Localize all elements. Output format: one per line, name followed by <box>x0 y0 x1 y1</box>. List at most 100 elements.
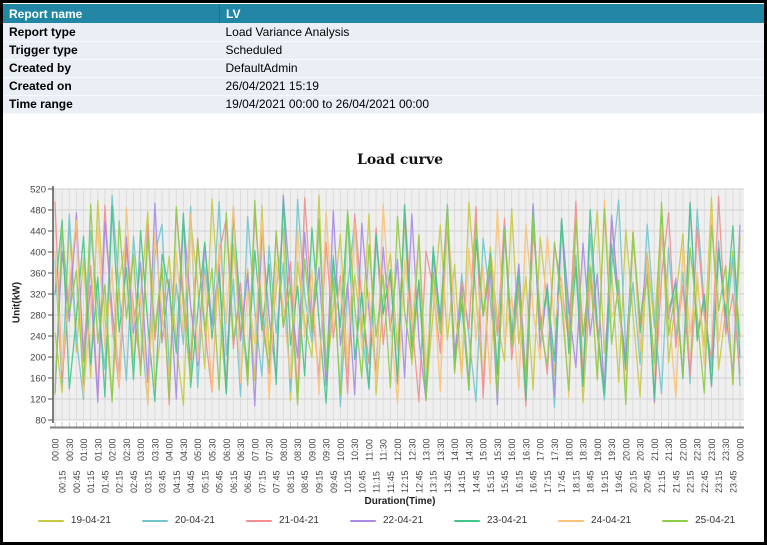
y-tick-label: 320 <box>30 290 46 301</box>
x-tick-label: 22:00 <box>678 438 688 461</box>
x-tick-label: 15:30 <box>493 438 503 461</box>
x-tick-label: 00:30 <box>65 438 75 461</box>
x-tick-label: 04:30 <box>179 438 189 461</box>
x-tick-label: 15:45 <box>500 470 510 493</box>
x-tick-label: 00:00 <box>736 438 746 461</box>
y-tick-label: 440 <box>30 227 46 238</box>
x-tick-label: 07:00 <box>250 438 260 461</box>
x-tick-label: 01:30 <box>93 438 103 461</box>
x-tick-label: 17:45 <box>557 470 567 493</box>
x-tick-label: 18:15 <box>571 470 581 493</box>
x-tick-label: 09:00 <box>307 438 317 461</box>
x-tick-label: 13:00 <box>422 438 432 461</box>
x-tick-label: 06:45 <box>243 470 253 493</box>
created-on-label: Created on <box>3 77 220 95</box>
x-tick-label: 01:00 <box>79 438 89 461</box>
y-tick-label: 240 <box>30 332 46 343</box>
x-tick-label: 03:30 <box>150 438 160 461</box>
x-tick-label: 08:30 <box>293 438 303 461</box>
x-tick-label: 19:45 <box>614 470 624 493</box>
x-tick-label: 06:30 <box>236 438 246 461</box>
x-tick-label: 03:15 <box>143 470 153 493</box>
x-tick-label: 19:30 <box>607 438 617 461</box>
x-tick-label: 10:00 <box>336 438 346 461</box>
x-tick-label: 11:15 <box>372 471 382 493</box>
x-tick-label: 08:00 <box>279 438 289 461</box>
table-row: Created by DefaultAdmin <box>3 59 764 77</box>
x-tick-label: 09:15 <box>315 470 325 493</box>
x-tick-label: 00:00 <box>51 438 61 461</box>
x-tick-label: 04:45 <box>186 470 196 493</box>
x-tick-label: 10:45 <box>357 470 367 493</box>
x-tick-label: 08:15 <box>286 470 296 493</box>
time-range-value: 19/04/2021 00:00 to 26/04/2021 00:00 <box>220 95 765 113</box>
x-tick-label: 14:45 <box>471 470 481 493</box>
x-tick-label: 23:30 <box>721 438 731 461</box>
legend-item-24-04-21: 24-04-21 <box>558 515 631 526</box>
x-tick-label: 04:00 <box>165 438 175 461</box>
x-tick-label: 01:15 <box>86 470 96 493</box>
x-tick-label: 14:00 <box>450 438 460 461</box>
table-row: Report type Load Variance Analysis <box>3 23 764 41</box>
x-tick-label: 18:00 <box>564 438 574 461</box>
legend-item-25-04-21: 25-04-21 <box>662 515 735 526</box>
y-tick-label: 200 <box>30 353 46 364</box>
legend-swatch <box>454 520 480 522</box>
x-tick-label: 09:30 <box>322 438 332 461</box>
legend-swatch <box>558 520 584 522</box>
x-tick-label: 10:15 <box>343 470 353 493</box>
legend-item-20-04-21: 20-04-21 <box>142 515 215 526</box>
time-range-label: Time range <box>3 95 220 113</box>
x-tick-label: 06:15 <box>229 470 239 493</box>
x-tick-label: 08:45 <box>300 470 310 493</box>
x-tick-label: 21:00 <box>650 438 660 461</box>
x-tick-label: 06:00 <box>222 438 232 461</box>
x-tick-label: 12:00 <box>393 438 403 461</box>
x-tick-label: 16:30 <box>521 438 531 461</box>
x-tick-label: 05:15 <box>200 470 210 493</box>
x-tick-label: 17:15 <box>543 470 553 493</box>
x-tick-label: 18:30 <box>579 438 589 461</box>
report-name-label: Report name <box>3 4 220 23</box>
x-tick-label: 07:45 <box>272 470 282 493</box>
legend-label: 22-04-21 <box>383 515 423 526</box>
legend-item-23-04-21: 23-04-21 <box>454 515 527 526</box>
table-row: Time range 19/04/2021 00:00 to 26/04/202… <box>3 95 764 113</box>
x-tick-label: 11:00 <box>364 439 374 461</box>
report-page: Report name LV Report type Load Variance… <box>0 0 767 545</box>
chart-legend: 19-04-2120-04-2121-04-2122-04-2123-04-21… <box>3 515 767 526</box>
x-tick-label: 14:30 <box>464 438 474 461</box>
x-tick-label: 15:00 <box>479 438 489 461</box>
report-type-value: Load Variance Analysis <box>220 23 765 41</box>
table-row: Trigger type Scheduled <box>3 41 764 59</box>
x-tick-label: 11:45 <box>386 471 396 493</box>
x-tick-label: 07:15 <box>257 470 267 493</box>
legend-swatch <box>38 520 64 522</box>
legend-swatch <box>142 520 168 522</box>
x-tick-label: 17:30 <box>550 438 560 461</box>
x-tick-label: 12:30 <box>407 438 417 461</box>
x-tick-label: 00:15 <box>58 470 68 493</box>
x-tick-label: 16:15 <box>514 470 524 493</box>
x-tick-label: 02:15 <box>115 470 125 493</box>
legend-label: 25-04-21 <box>695 515 735 526</box>
x-tick-label: 20:30 <box>636 438 646 461</box>
trigger-type-label: Trigger type <box>3 41 220 59</box>
x-tick-label: 09:45 <box>329 470 339 493</box>
x-tick-label: 05:45 <box>215 470 225 493</box>
x-tick-label: 23:15 <box>714 470 724 493</box>
trigger-type-value: Scheduled <box>220 41 765 59</box>
legend-swatch <box>662 520 688 522</box>
x-tick-label: 16:00 <box>507 438 517 461</box>
x-tick-label: 14:15 <box>457 470 467 493</box>
x-tick-label: 18:45 <box>586 470 596 493</box>
x-tick-label: 19:15 <box>600 470 610 493</box>
y-tick-label: 80 <box>35 416 46 427</box>
x-tick-label: 02:30 <box>122 438 132 461</box>
table-row: Created on 26/04/2021 15:19 <box>3 77 764 95</box>
x-tick-label: 22:15 <box>686 470 696 493</box>
x-tick-label: 20:15 <box>628 470 638 493</box>
x-tick-label: 21:15 <box>657 470 667 493</box>
x-tick-label: 20:45 <box>643 470 653 493</box>
x-tick-label: 12:15 <box>400 470 410 493</box>
